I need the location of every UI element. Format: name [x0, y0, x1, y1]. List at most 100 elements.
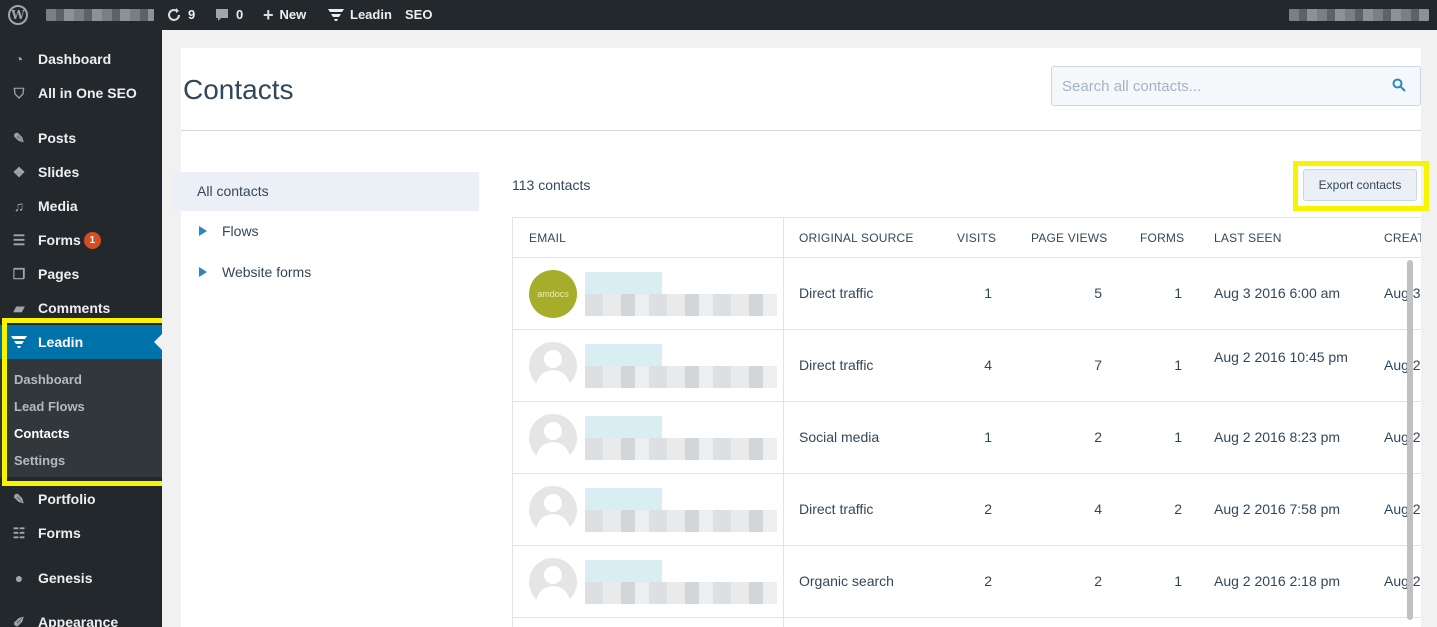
cell-created: Aug 2	[1384, 573, 1421, 589]
cell-last-seen: Aug 3 2016 6:00 am	[1214, 285, 1341, 301]
filter-website-forms[interactable]: Website forms	[199, 264, 311, 280]
menu-label: Forms	[38, 525, 81, 541]
menu-appearance[interactable]: ✐ Appearance	[0, 605, 162, 627]
page-title: Contacts	[183, 74, 294, 105]
menu-label: Posts	[38, 130, 77, 146]
cell-visits: 2	[984, 573, 992, 589]
wordpress-logo-icon[interactable]: W	[8, 0, 28, 30]
menu-slides[interactable]: ❖ Slides	[0, 155, 162, 189]
leadin-label: Leadin	[350, 7, 392, 22]
highlight-box-export	[1293, 161, 1429, 211]
header-page-views[interactable]: PAGE VIEWS	[1031, 218, 1107, 258]
cell-visits: 2	[984, 501, 992, 517]
filter-all-contacts[interactable]: All contacts	[173, 172, 479, 211]
avatar: amdocs	[529, 270, 577, 318]
list-icon: ☷	[12, 524, 26, 541]
menu-forms[interactable]: ☰ Forms 1	[0, 223, 162, 257]
cell-created: Aug 3	[1384, 285, 1421, 301]
pin-icon: ✎	[13, 129, 25, 146]
table-scrollbar[interactable]	[1407, 260, 1413, 620]
cell-source: Direct traffic	[799, 357, 874, 373]
filter-label: Website forms	[222, 264, 312, 280]
table-row[interactable]: Organic search 2 2 1 Aug 2 2016 2:18 pm …	[513, 546, 1421, 618]
cell-forms: 1	[1174, 429, 1182, 445]
menu-label: Comments	[38, 300, 111, 316]
forms-icon: ☰	[12, 231, 26, 248]
header-divider	[181, 130, 1421, 131]
avatar	[529, 414, 577, 462]
site-name[interactable]	[46, 0, 154, 30]
header-visits[interactable]: VISITS	[957, 218, 996, 258]
comments-link[interactable]: 0	[214, 0, 243, 30]
cell-page-views: 4	[1094, 501, 1102, 517]
admin-bar: W 9 0 + New Leadin SEO	[0, 0, 1437, 30]
cell-last-seen: Aug 2 2016 8:23 pm	[1214, 429, 1341, 445]
avatar	[529, 342, 577, 390]
menu-all-in-one-seo[interactable]: ⛉ All in One SEO	[0, 76, 162, 110]
filter-flows[interactable]: Flows	[199, 223, 259, 239]
comments-icon: ▰	[13, 299, 25, 316]
new-content-link[interactable]: + New	[263, 0, 306, 30]
plus-icon: +	[263, 5, 274, 25]
comments-count: 0	[236, 7, 244, 22]
menu-label: Genesis	[38, 570, 93, 586]
cell-last-seen: Aug 2 2016 2:18 pm	[1214, 573, 1341, 589]
menu-media[interactable]: ♫ Media	[0, 189, 162, 223]
updates-count: 9	[188, 7, 196, 22]
contacts-table: EMAIL ORIGINAL SOURCE VISITS PAGE VIEWS …	[512, 217, 1421, 627]
main-content: Contacts All contacts Flows Website form…	[162, 30, 1437, 627]
contacts-count: 113 contacts	[512, 177, 591, 193]
updates-link[interactable]: 9	[166, 0, 195, 30]
user-account[interactable]	[1289, 0, 1429, 30]
cell-source: Organic search	[799, 573, 894, 589]
cell-page-views: 5	[1094, 285, 1102, 301]
menu-label: All in One SEO	[38, 85, 137, 101]
menu-dashboard[interactable]: ◔ Dashboard	[0, 42, 162, 76]
menu-label: Slides	[38, 164, 80, 180]
search-box	[1051, 66, 1421, 106]
cell-forms: 2	[1174, 501, 1182, 517]
seo-link[interactable]: SEO	[405, 0, 432, 30]
table-row[interactable]: Direct traffic 2 4 2 Aug 2 2016 7:58 pm …	[513, 474, 1421, 546]
email-redacted	[585, 488, 777, 532]
header-original-source[interactable]: ORIGINAL SOURCE	[799, 218, 914, 258]
table-header: EMAIL ORIGINAL SOURCE VISITS PAGE VIEWS …	[513, 218, 1421, 258]
menu-label: Media	[38, 198, 78, 214]
leadin-adminbar-link[interactable]: Leadin	[328, 0, 392, 30]
menu-forms-2[interactable]: ☷ Forms	[0, 516, 162, 550]
email-redacted	[585, 344, 777, 388]
cell-forms: 1	[1174, 357, 1182, 373]
new-label: New	[279, 7, 307, 22]
menu-pages[interactable]: ❐ Pages	[0, 257, 162, 291]
highlight-box-sidebar	[2, 318, 171, 486]
search-input[interactable]	[1052, 67, 1382, 105]
search-icon[interactable]	[1392, 78, 1406, 92]
menu-genesis[interactable]: ● Genesis	[0, 561, 162, 595]
header-created[interactable]: CREAT	[1384, 218, 1421, 258]
header-forms[interactable]: FORMS	[1140, 218, 1184, 258]
table-row[interactable]: Social media 1 2 1 Aug 2 2016 8:23 pm Au…	[513, 402, 1421, 474]
table-row[interactable]: Direct traffic 4 7 1 Aug 2 2016 10:45 pm…	[513, 330, 1421, 402]
filter-label: Flows	[222, 223, 259, 239]
table-row[interactable]: amdocs Direct traffic 1 5 1 Aug 3 2016 6…	[513, 258, 1421, 330]
menu-label: Dashboard	[38, 51, 112, 67]
forms-badge: 1	[83, 231, 101, 249]
caret-right-icon	[199, 267, 207, 277]
menu-posts[interactable]: ✎ Posts	[0, 121, 162, 155]
seo-label: SEO	[405, 7, 433, 22]
cell-last-seen: Aug 2 2016 10:45 pm	[1214, 349, 1348, 365]
dashboard-icon: ◔	[14, 51, 24, 67]
refresh-icon	[168, 8, 180, 21]
cell-forms: 1	[1174, 285, 1182, 301]
menu-label: Forms	[38, 232, 81, 248]
menu-portfolio[interactable]: ✎ Portfolio	[0, 482, 162, 516]
cell-source: Social media	[799, 429, 880, 445]
leadin-icon	[328, 9, 344, 21]
email-redacted	[585, 416, 777, 460]
cell-visits: 1	[984, 285, 992, 301]
header-email[interactable]: EMAIL	[529, 218, 566, 258]
shield-icon: ⛉	[13, 84, 25, 101]
brush-icon: ✐	[13, 613, 25, 627]
caret-right-icon	[199, 226, 207, 236]
header-last-seen[interactable]: LAST SEEN	[1214, 218, 1282, 258]
